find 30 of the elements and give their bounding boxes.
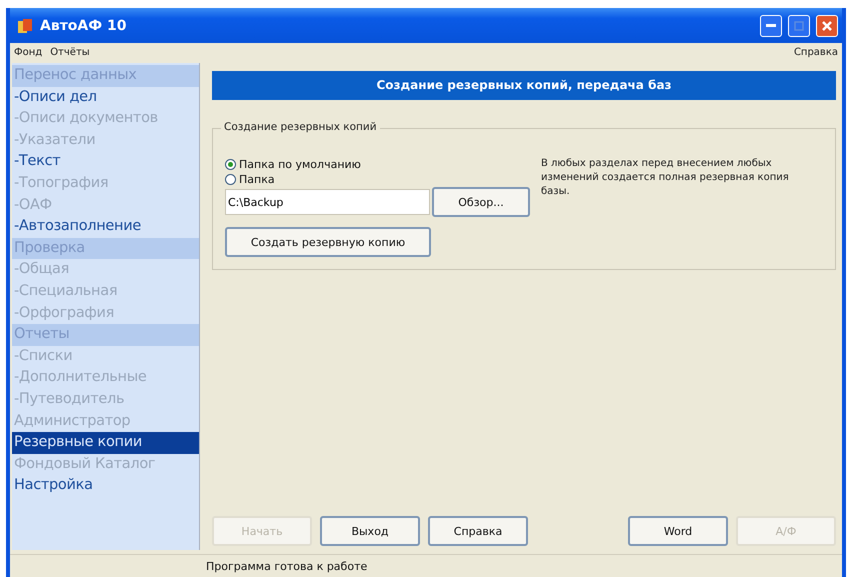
path-field[interactable]: C:\Backup <box>225 189 430 215</box>
maximize-icon <box>794 20 804 30</box>
action-button[interactable]: Справка <box>428 516 528 546</box>
status-text: Программа готова к работе <box>206 560 368 572</box>
create-backup-button[interactable]: Создать резервную копию <box>225 227 431 257</box>
sidebar-item[interactable]: -Текст <box>12 151 199 173</box>
maximize-button[interactable] <box>788 14 810 36</box>
radio-button[interactable] <box>225 159 236 170</box>
minimize-button[interactable] <box>760 14 782 36</box>
action-button[interactable]: Выход <box>320 516 420 546</box>
close-icon <box>821 20 833 32</box>
sidebar-item[interactable]: -Автозаполнение <box>12 216 199 238</box>
app-icon <box>16 16 34 34</box>
radio-label[interactable]: Папка по умолчанию <box>239 158 361 171</box>
radio-button[interactable] <box>225 174 236 185</box>
sidebar-item[interactable]: Резервные копии <box>12 432 199 454</box>
window-title: АвтоАФ 10 <box>40 18 127 34</box>
sidebar-item[interactable]: Настройка <box>12 475 199 497</box>
action-button[interactable]: Word <box>628 516 728 546</box>
menu-item[interactable]: Фонд <box>14 46 42 58</box>
minimize-icon <box>766 24 776 28</box>
menu-item[interactable]: Отчёты <box>50 46 90 58</box>
radio-label[interactable]: Папка <box>239 173 275 186</box>
sidebar-item[interactable]: -Описи дел <box>12 86 199 108</box>
group-title: Создание резервных копий <box>221 121 380 133</box>
menu-item[interactable]: Справка <box>794 46 838 58</box>
info-text: В любых разделах перед внесением любых изменений создается полная резервная копия базы. <box>541 157 790 199</box>
browse-button[interactable]: Обзор... <box>432 187 530 217</box>
panel-header: Создание резервных копий, передача баз <box>212 71 836 100</box>
close-button[interactable] <box>816 14 838 36</box>
